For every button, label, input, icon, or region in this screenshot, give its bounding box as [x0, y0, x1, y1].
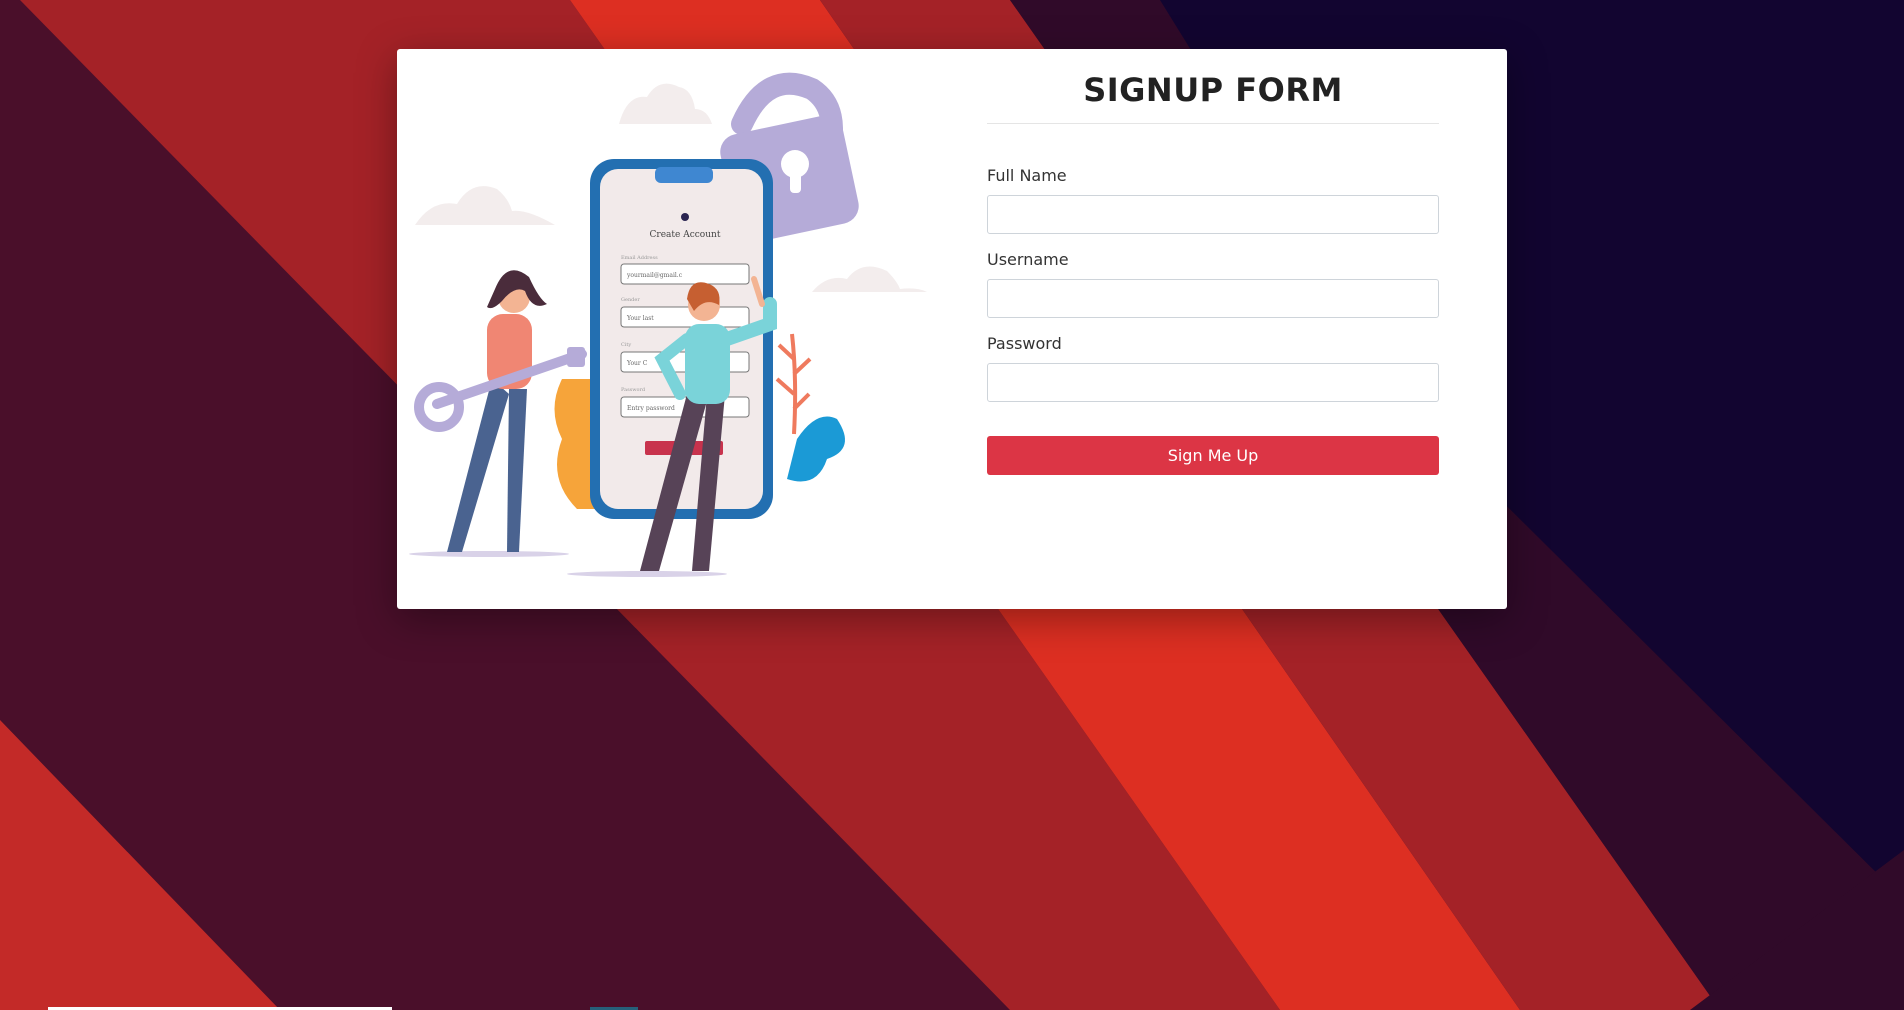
username-label: Username: [987, 250, 1069, 269]
phone-heading: Create Account: [650, 230, 721, 240]
title-divider: [987, 123, 1439, 124]
password-input[interactable]: [987, 363, 1439, 402]
password-label: Password: [987, 334, 1062, 353]
username-input[interactable]: [987, 279, 1439, 318]
phone-email-label: Email Address: [621, 255, 658, 261]
sign-up-button[interactable]: Sign Me Up: [987, 436, 1439, 475]
phone-name-value: Your last: [626, 315, 654, 322]
full-name-input[interactable]: [987, 195, 1439, 234]
phone-email-value: yourmail@gmail.c: [626, 272, 683, 279]
phone-name-label: Gender: [621, 297, 640, 303]
signup-form: SIGNUP FORM Full Name Username Password …: [987, 49, 1439, 475]
signup-illustration: Create Account Email Address yourmail@gm…: [409, 72, 927, 577]
signup-card: Create Account Email Address yourmail@gm…: [397, 49, 1507, 609]
form-title: SIGNUP FORM: [1083, 71, 1343, 109]
phone-city-value: Your C: [626, 360, 648, 367]
phone-password-value: Entry password: [627, 405, 675, 412]
phone-city-label: City: [621, 342, 631, 348]
full-name-label: Full Name: [987, 166, 1067, 185]
phone-password-label: Password: [621, 387, 646, 393]
user-icon: [681, 213, 689, 221]
